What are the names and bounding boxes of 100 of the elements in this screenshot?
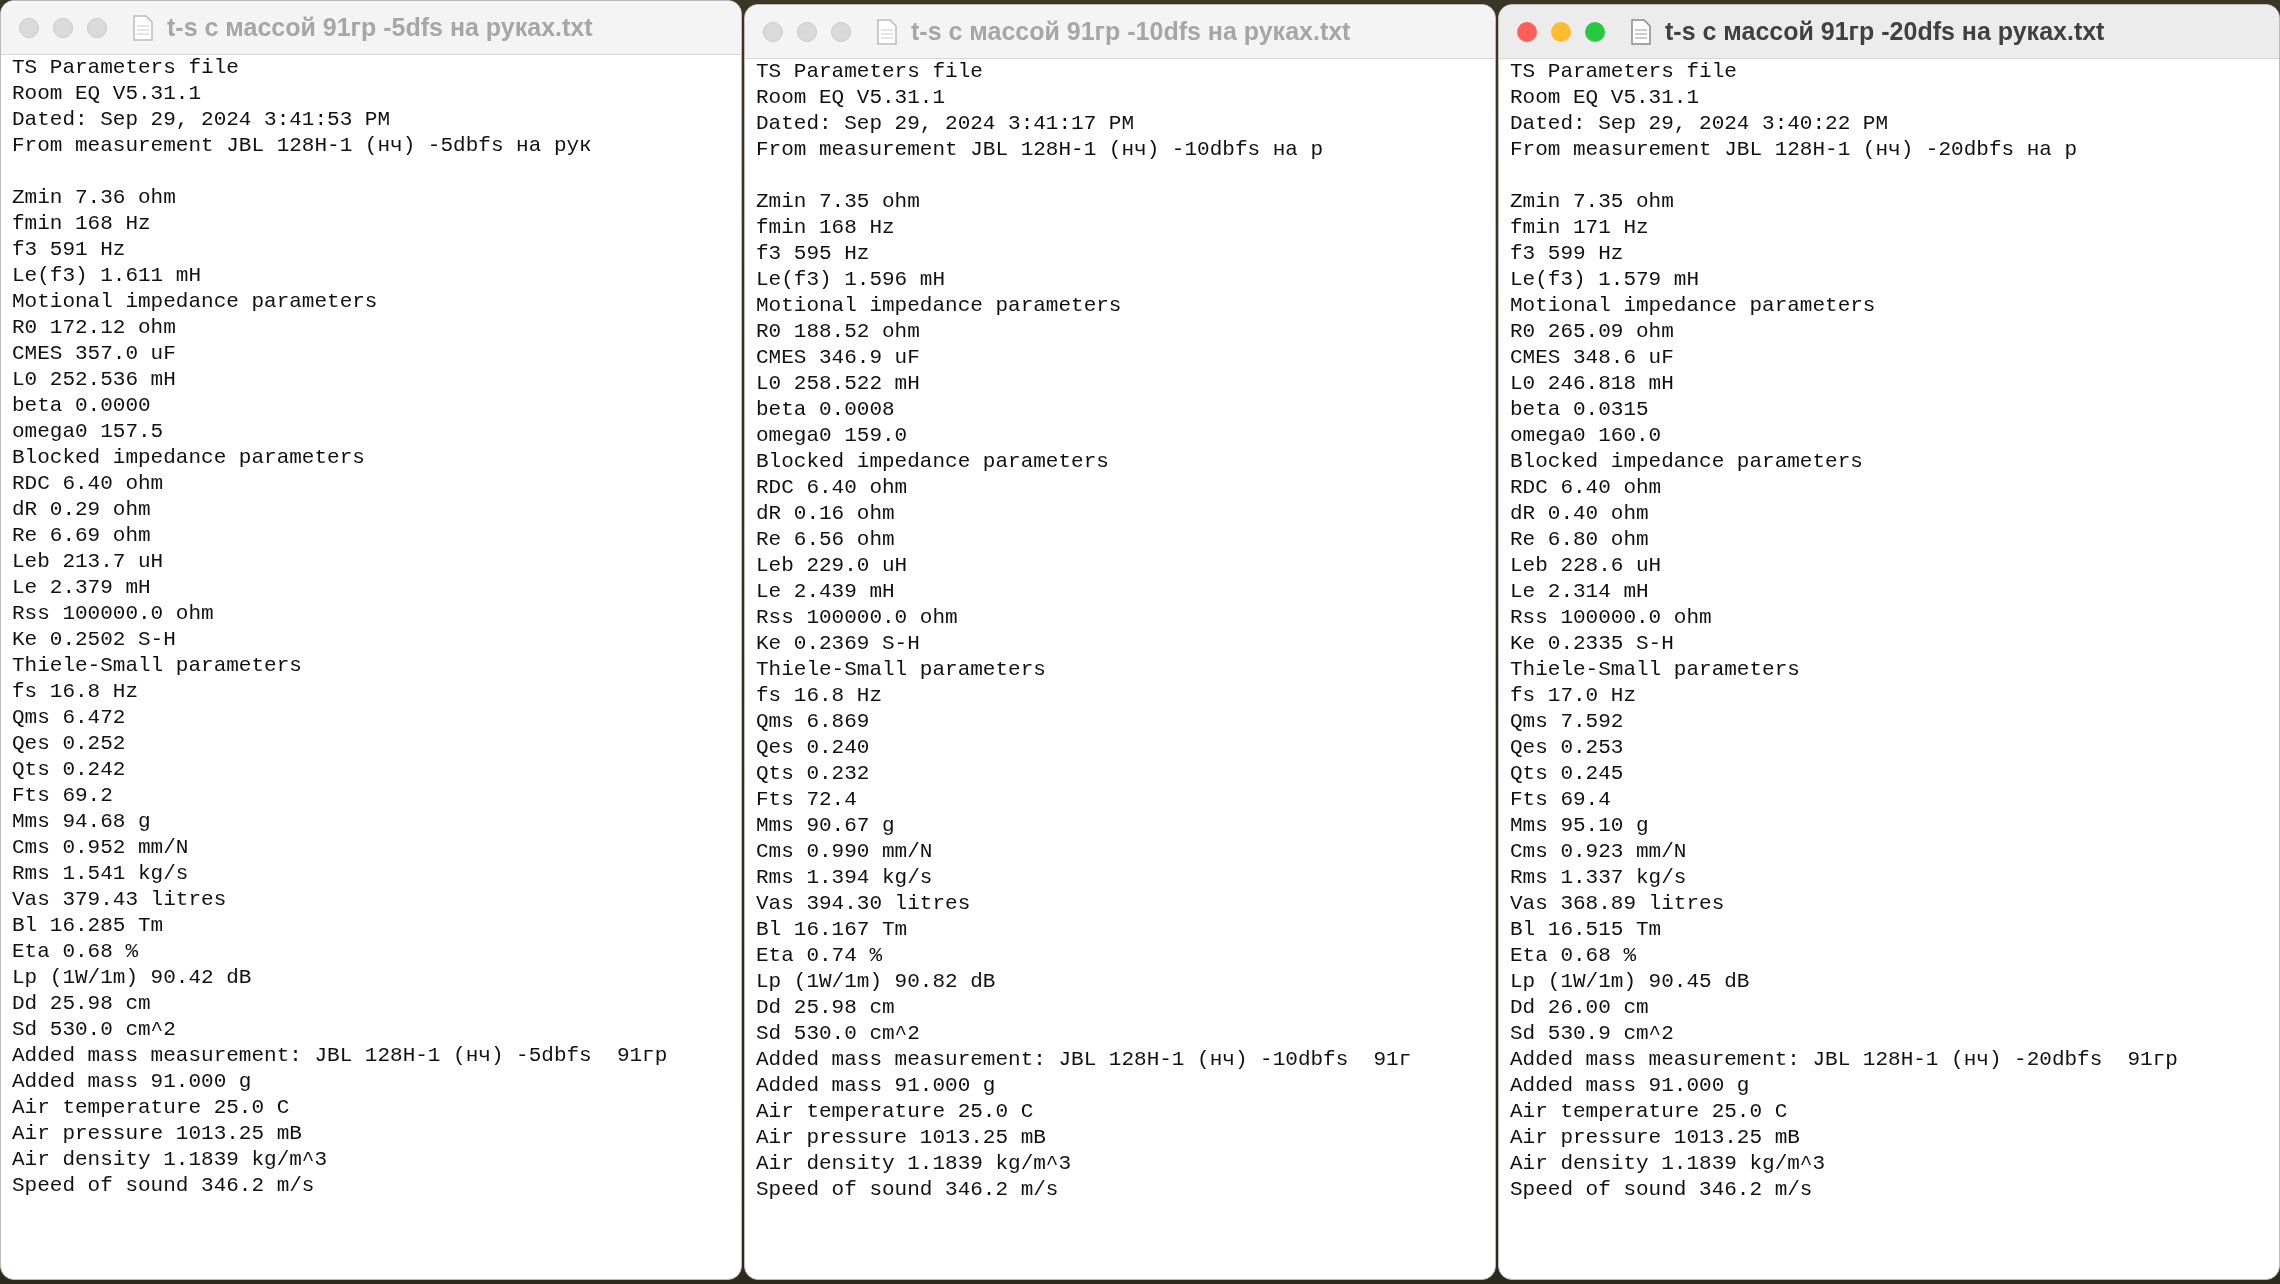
text-line: Qes 0.240 (756, 735, 870, 761)
text-line: Le 2.314 mH (1510, 579, 1649, 605)
text-line: fs 17.0 Hz (1510, 683, 1637, 709)
text-line: Lp (1W/1m) 90.82 dB (756, 969, 996, 995)
minimize-button[interactable] (53, 17, 73, 38)
text-line: From measurement JBL 128H-1 (нч) -5dbfs на рук (12, 133, 592, 159)
text-line: fmin 168 Hz (756, 215, 895, 241)
text-line: Lp (1W/1m) 90.42 dB (12, 965, 252, 991)
text-line: Re 6.69 ohm (12, 523, 151, 549)
text-line: Ke 0.2502 S-H (12, 627, 176, 653)
text-line: Sd 530.0 cm^2 (756, 1021, 920, 1047)
text-line: TS Parameters file (12, 55, 239, 81)
text-line: Bl 16.515 Tm (1510, 917, 1662, 943)
text-line: Zmin 7.35 ohm (1510, 189, 1674, 215)
text-line: Qts 0.242 (12, 757, 126, 783)
text-line: Vas 368.89 litres (1510, 891, 1725, 917)
text-line: Room EQ V5.31.1 (12, 81, 202, 107)
text-line: Rms 1.337 kg/s (1510, 865, 1687, 891)
text-line: Added mass 91.000 g (1510, 1073, 1750, 1099)
text-line: Zmin 7.35 ohm (756, 189, 920, 215)
text-line: Speed of sound 346.2 m/s (756, 1177, 1059, 1203)
text-line: Air density 1.1839 kg/m^3 (1510, 1151, 1826, 1177)
text-line: omega0 159.0 (756, 423, 908, 449)
text-line: R0 188.52 ohm (756, 319, 920, 345)
text-line: From measurement JBL 128H-1 (нч) -10dbfs на р (756, 137, 1324, 163)
text-line: L0 246.818 mH (1510, 371, 1674, 397)
text-line: Thiele-Small parameters (1510, 657, 1800, 683)
text-line: fmin 168 Hz (12, 211, 151, 237)
text-line: Motional impedance parameters (1510, 293, 1876, 319)
text-line: Leb 229.0 uH (756, 553, 908, 579)
text-line: R0 265.09 ohm (1510, 319, 1674, 345)
text-line: Qes 0.253 (1510, 735, 1624, 761)
text-line: Motional impedance parameters (12, 289, 378, 315)
text-line: Thiele-Small parameters (12, 653, 302, 679)
text-line: Dd 25.98 cm (756, 995, 895, 1021)
window-title: t-s с массой 91гр -10dfs на руках.txt (911, 15, 1351, 47)
text-line: Leb 213.7 uH (12, 549, 164, 575)
text-line: Air pressure 1013.25 mB (12, 1121, 302, 1147)
text-line: Fts 69.4 (1510, 787, 1611, 813)
document-icon (1631, 18, 1651, 45)
zoom-button[interactable] (831, 21, 851, 42)
document-icon (133, 14, 153, 41)
text-line: Rss 100000.0 ohm (1510, 605, 1712, 631)
text-line: Air temperature 25.0 C (756, 1099, 1034, 1125)
text-line: dR 0.40 ohm (1510, 501, 1649, 527)
text-line: fs 16.8 Hz (12, 679, 139, 705)
text-line: Added mass measurement: JBL 128H-1 (нч) -20dbfs 91гр (1510, 1047, 2178, 1073)
text-line: Mms 94.68 g (12, 809, 151, 835)
text-line: dR 0.29 ohm (12, 497, 151, 523)
text-line: f3 599 Hz (1510, 241, 1624, 267)
text-line: Dated: Sep 29, 2024 3:40:22 PM (1510, 111, 1889, 137)
text-line: R0 172.12 ohm (12, 315, 176, 341)
close-button[interactable] (1517, 21, 1537, 42)
text-line: TS Parameters file (1510, 59, 1737, 85)
close-button[interactable] (763, 21, 783, 42)
minimize-button[interactable] (1551, 21, 1571, 42)
text-line: From measurement JBL 128H-1 (нч) -20dbfs на р (1510, 137, 2078, 163)
text-line: L0 252.536 mH (12, 367, 176, 393)
text-line: fs 16.8 Hz (756, 683, 883, 709)
zoom-button[interactable] (1585, 21, 1605, 42)
text-line: Blocked impedance parameters (12, 445, 365, 471)
text-line: Rss 100000.0 ohm (12, 601, 214, 627)
text-line: Ke 0.2335 S-H (1510, 631, 1674, 657)
text-line: Cms 0.952 mm/N (12, 835, 189, 861)
text-line: Ke 0.2369 S-H (756, 631, 920, 657)
text-line: Cms 0.990 mm/N (756, 839, 933, 865)
text-line: Rms 1.541 kg/s (12, 861, 189, 887)
text-line: Dd 25.98 cm (12, 991, 151, 1017)
text-line: Le 2.439 mH (756, 579, 895, 605)
text-line: omega0 160.0 (1510, 423, 1662, 449)
close-button[interactable] (19, 17, 39, 38)
text-line: Le(f3) 1.579 mH (1510, 267, 1700, 293)
text-line: Qms 6.869 (756, 709, 870, 735)
text-line: Room EQ V5.31.1 (756, 85, 946, 111)
text-line: RDC 6.40 ohm (1510, 475, 1662, 501)
minimize-button[interactable] (797, 21, 817, 42)
text-line: CMES 348.6 uF (1510, 345, 1674, 371)
text-line: Rss 100000.0 ohm (756, 605, 958, 631)
text-line: omega0 157.5 (12, 419, 164, 445)
zoom-button[interactable] (87, 17, 107, 38)
text-line: Air density 1.1839 kg/m^3 (12, 1147, 328, 1173)
text-line: Added mass measurement: JBL 128H-1 (нч) -10dbfs 91г (756, 1047, 1412, 1073)
text-line: Dd 26.00 cm (1510, 995, 1649, 1021)
window-title: t-s с массой 91гр -5dfs на руках.txt (167, 11, 593, 43)
text-line: Thiele-Small parameters (756, 657, 1046, 683)
text-line: Eta 0.74 % (756, 943, 883, 969)
text-line: Mms 90.67 g (756, 813, 895, 839)
text-line: Vas 379.43 litres (12, 887, 227, 913)
text-line: Added mass 91.000 g (756, 1073, 996, 1099)
text-line: Eta 0.68 % (1510, 943, 1637, 969)
text-line: Le 2.379 mH (12, 575, 151, 601)
text-line: Fts 69.2 (12, 783, 113, 809)
text-line: fmin 171 Hz (1510, 215, 1649, 241)
text-line: Qes 0.252 (12, 731, 126, 757)
text-line: L0 258.522 mH (756, 371, 920, 397)
text-line: RDC 6.40 ohm (12, 471, 164, 497)
text-line: Lp (1W/1m) 90.45 dB (1510, 969, 1750, 995)
text-line: Air temperature 25.0 C (1510, 1099, 1788, 1125)
text-line: f3 595 Hz (756, 241, 870, 267)
text-line: beta 0.0000 (12, 393, 151, 419)
